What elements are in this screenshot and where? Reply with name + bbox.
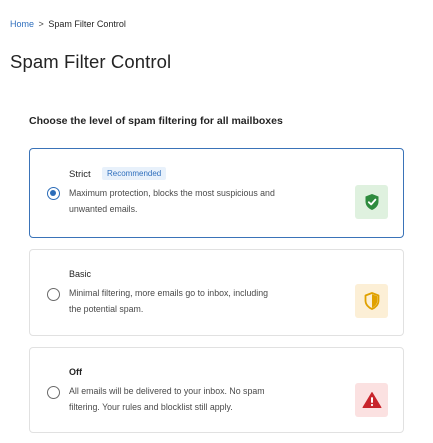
section-heading: Choose the level of spam filtering for a…	[29, 115, 283, 127]
breadcrumb: Home > Spam Filter Control	[10, 19, 126, 29]
option-description-off-line-1: All emails will be delivered to your inb…	[69, 386, 265, 396]
option-description-strict-line-2: unwanted emails.	[69, 204, 138, 214]
page-title: Spam Filter Control	[10, 51, 172, 72]
option-title-off: Off	[69, 367, 82, 377]
radio-strict[interactable]	[47, 187, 60, 200]
radio-basic[interactable]	[47, 288, 60, 301]
option-description-strict-line-1: Maximum protection, blocks the most susp…	[69, 188, 275, 198]
option-card-strict[interactable]: Strict Recommended Maximum protection, b…	[29, 148, 404, 238]
breadcrumb-separator: >	[38, 19, 44, 29]
breadcrumb-current: Spam Filter Control	[48, 19, 126, 29]
option-description-basic-line-1: Minimal filtering, more emails go to inb…	[69, 288, 268, 298]
breadcrumb-home-link[interactable]: Home	[10, 19, 34, 29]
option-description-strict: Maximum protection, blocks the most susp…	[69, 185, 344, 217]
option-description-basic-line-2: the potential spam.	[69, 304, 144, 314]
option-card-basic[interactable]: Basic Minimal filtering, more emails go …	[29, 249, 404, 336]
option-description-off-line-2: filtering. Your rules and blocklist stil…	[69, 402, 233, 412]
shield-check-icon	[355, 185, 388, 219]
shield-half-icon	[355, 284, 388, 318]
option-card-off[interactable]: Off All emails will be delivered to your…	[29, 347, 404, 433]
warning-triangle-icon	[355, 383, 388, 417]
option-description-off: All emails will be delivered to your inb…	[69, 383, 344, 415]
option-title-basic: Basic	[69, 269, 92, 279]
recommended-badge: Recommended	[102, 167, 167, 180]
option-title-strict: Strict	[69, 169, 91, 180]
radio-off[interactable]	[47, 386, 60, 399]
option-description-basic: Minimal filtering, more emails go to inb…	[69, 285, 344, 317]
